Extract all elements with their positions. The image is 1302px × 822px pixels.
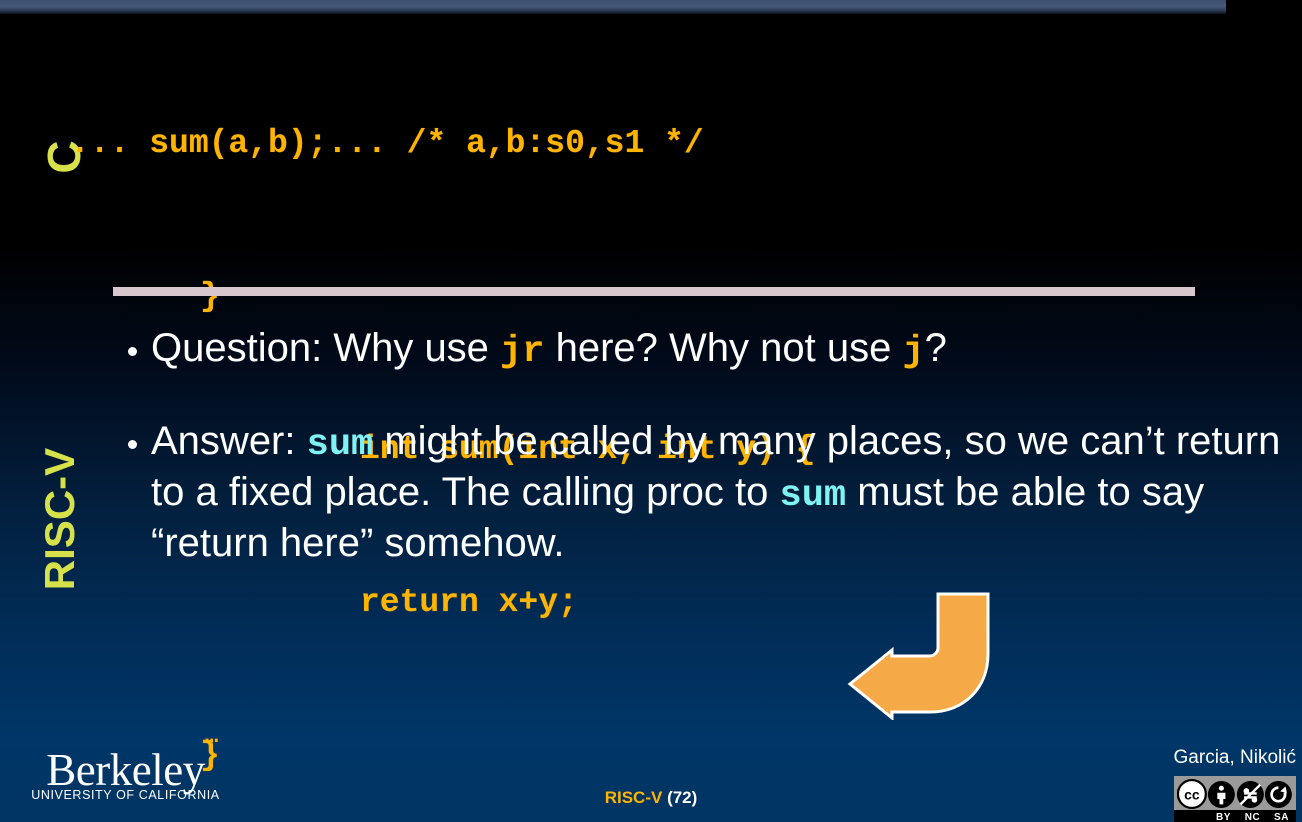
footer-topic: RISC-V [604,788,663,807]
cc-term-by: BY [1216,811,1231,822]
curved-left-arrow-icon [847,592,990,720]
slide-canvas: C RISC-V ... sum(a,b);... /* a,b:s0,s1 *… [0,0,1302,822]
slide-footer: RISC-V (72) [0,788,1302,808]
answer-code-sum-2: sum [779,475,847,517]
creative-commons-badge[interactable]: cc BY NC SA [1174,776,1296,822]
c-code-line-1: ... sum(a,b);... /* a,b:s0,s1 */ [70,125,704,162]
question-code-jr: jr [500,331,545,373]
cc-label-row: BY NC SA [1174,810,1296,822]
bullet-dot-icon [128,347,137,356]
cc-logo-icon: cc [1177,779,1207,809]
answer-code-sum-1: sum [306,424,374,466]
bullet-dot-icon [128,440,137,449]
assembly-ellipsis: … [205,724,219,749]
cc-by-attribution-icon [1207,780,1235,808]
top-decorative-bar [0,0,1226,14]
footer-page-number: (72) [667,788,698,807]
question-bullet: Question: Why use jr here? Why not use j… [128,325,1298,376]
svg-text:cc: cc [1184,787,1200,803]
cc-term-nc: NC [1244,811,1261,822]
c-code-line-2: } [200,278,220,315]
answer-text: Answer: sum might be called by many plac… [151,418,1302,567]
answer-part-1: Answer: [151,419,307,463]
cc-sa-sharealike-icon [1265,780,1293,808]
cc-term-sa: SA [1274,811,1289,822]
cc-icon-row: cc [1174,776,1296,810]
answer-bullet: Answer: sum might be called by many plac… [128,418,1302,567]
question-prefix: Question: Why use [151,326,501,370]
question-code-j: j [902,331,925,373]
question-text: Question: Why use jr here? Why not use j… [151,325,947,376]
berkeley-wordmark: Berkeley [46,745,205,795]
question-suffix: ? [924,326,947,370]
authors-credit: Garcia, Nikolić [1173,747,1296,768]
section-divider [113,287,1195,296]
cc-nc-noncommercial-icon [1236,780,1264,808]
question-middle: here? Why not use [544,326,903,370]
